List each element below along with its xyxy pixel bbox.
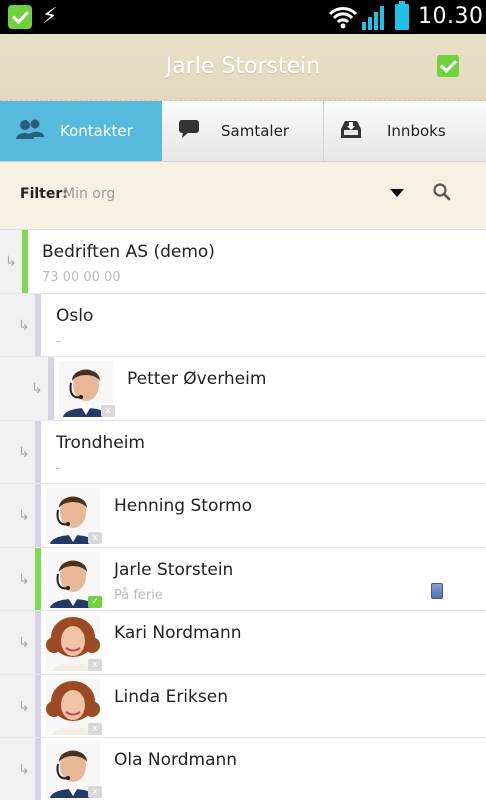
tab-label: Samtaler [221,122,289,140]
page-title: Jarle Storstein [165,54,321,79]
accent-bar [35,420,41,483]
org-name: Trondheim [56,432,145,453]
org-subtitle: - [56,460,61,476]
tab-label: Innboks [387,122,446,140]
filter-label: Filter: [20,186,68,202]
wifi-icon [328,7,358,29]
accent-bar [35,547,41,610]
filter-bar[interactable]: Filter: Min org [0,162,486,230]
tab-innboks[interactable]: Innboks [324,101,486,162]
presence-available-icon: ✓ [88,595,102,608]
contacts-icon [16,119,44,139]
org-subtitle: - [56,333,61,349]
list-item[interactable]: ↳ x Linda Eriksen [0,674,486,738]
tab-samtaler[interactable]: Samtaler [162,101,324,162]
contact-name: Petter Øverheim [127,369,267,389]
accent-bar [48,357,54,420]
list-item[interactable]: ↳ x Henning Stormo [0,484,486,548]
list-item[interactable]: ↳ x Petter Øverheim [0,357,486,421]
subitem-arrow-icon: ↳ [18,508,30,524]
org-phone: 73 00 00 00 [42,270,121,285]
subitem-arrow-icon: ↳ [5,254,17,270]
org-name: Oslo [56,305,94,326]
mobile-phone-icon[interactable] [431,582,443,599]
contact-list: ↳ Bedriften AS (demo) 73 00 00 00 ↳ Oslo… [0,230,486,800]
subitem-arrow-icon: ↳ [31,381,43,397]
battery-icon [395,1,409,30]
subitem-arrow-icon: ↳ [18,571,30,588]
presence-offline-icon: x [88,659,102,671]
presence-offline-icon: x [101,405,115,417]
filter-value[interactable]: Min org [63,186,115,202]
usb-debug-icon: ⚡ [42,4,58,29]
list-item[interactable]: ↳ Trondheim - [0,420,486,484]
contact-name: Ola Nordmann [114,750,238,770]
accent-bar [35,738,41,800]
status-check-icon[interactable] [437,55,459,77]
search-icon[interactable] [432,182,452,202]
tab-label: Kontakter [60,122,133,140]
inbox-icon [341,121,361,138]
org-name: Bedriften AS (demo) [42,242,215,262]
list-item[interactable]: ↳ Oslo - [0,293,486,357]
presence-offline-icon: x [88,532,102,544]
status-bar: ⚡ 10.30 [0,0,486,34]
accent-bar [35,611,41,674]
contact-name: Jarle Storstein [114,559,234,580]
subitem-arrow-icon: ↳ [18,762,30,778]
contact-status: På ferie [114,587,163,603]
notification-check-icon [8,5,32,29]
list-item[interactable]: ↳ Bedriften AS (demo) 73 00 00 00 [0,230,486,294]
subitem-arrow-icon: ↳ [18,444,30,461]
presence-offline-icon: x [88,786,102,798]
app-header: Jarle Storstein [0,34,486,101]
subitem-arrow-icon: ↳ [18,698,30,715]
accent-bar [22,230,28,293]
contact-name: Kari Nordmann [114,623,242,643]
accent-bar [35,674,41,737]
tab-bar: Kontakter Samtaler Innboks [0,101,486,162]
accent-bar [35,293,41,356]
contact-name: Henning Stormo [114,496,252,516]
presence-offline-icon: x [88,722,102,735]
chevron-down-icon[interactable] [390,189,404,197]
subitem-arrow-icon: ↳ [18,635,30,651]
list-item[interactable]: ↳ x Ola Nordmann [0,738,486,800]
accent-bar [35,484,41,547]
list-item[interactable]: ↳ ✓ Jarle Storstein På ferie [0,547,486,611]
chat-icon [179,120,199,138]
subitem-arrow-icon: ↳ [18,317,30,334]
contact-name: Linda Eriksen [114,686,228,707]
tab-kontakter[interactable]: Kontakter [0,101,162,162]
clock: 10.30 [418,4,484,29]
signal-icon [362,6,384,30]
list-item[interactable]: ↳ x Kari Nordmann [0,611,486,675]
